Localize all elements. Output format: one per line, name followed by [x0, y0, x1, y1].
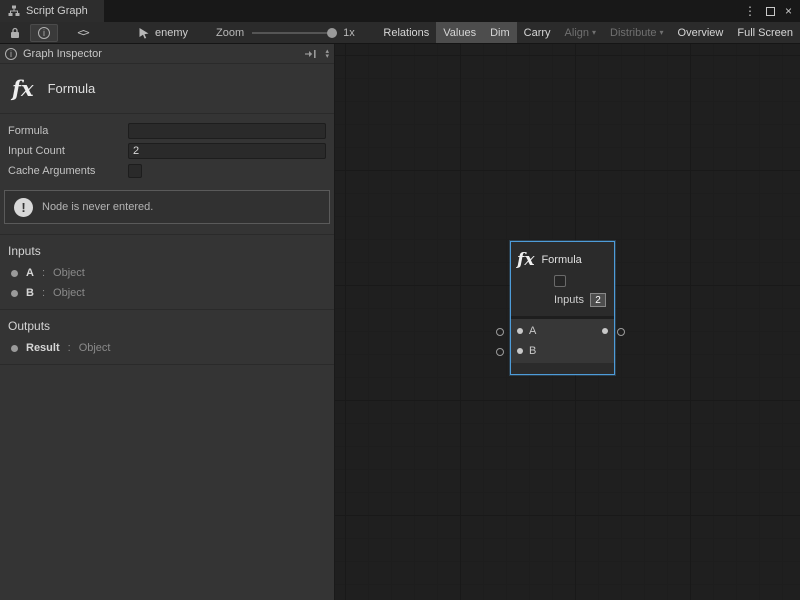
graph-target[interactable]: enemy	[138, 27, 188, 39]
distribute-label: Distribute	[610, 22, 656, 44]
external-port-a[interactable]	[496, 328, 504, 336]
port-dot	[11, 290, 18, 297]
port-row-result: Result : Object	[0, 338, 334, 358]
unit-title-block: fx Formula	[0, 64, 334, 114]
input-port-b-dot[interactable]	[517, 348, 523, 354]
port-b-type: Object	[53, 287, 85, 299]
edit-script-button[interactable]: <>	[68, 24, 98, 42]
lock-icon	[9, 27, 21, 39]
relations-button[interactable]: Relations	[376, 22, 436, 43]
warning-icon: !	[14, 198, 33, 217]
spinner-down-icon[interactable]: ▾	[325, 54, 329, 59]
output-port-result-dot[interactable]	[602, 328, 608, 334]
align-label: Align	[565, 22, 589, 44]
node-port-row-b[interactable]: B	[511, 341, 614, 361]
divider	[0, 364, 334, 365]
scroll-spinner[interactable]: ▴ ▾	[325, 49, 329, 59]
zoom-label: Zoom	[216, 27, 244, 39]
toolbar-buttons: Relations Values Dim Carry Align ▾ Distr…	[376, 22, 800, 43]
cursor-icon	[138, 27, 150, 39]
carry-button[interactable]: Carry	[517, 22, 558, 43]
node-port-b-label: B	[529, 345, 536, 357]
formula-node-ports: A B	[511, 316, 614, 363]
node-title: Formula	[541, 254, 581, 266]
align-button[interactable]: Align ▾	[558, 22, 603, 43]
overview-button[interactable]: Overview	[671, 22, 731, 43]
window-controls: ⋮ ×	[744, 0, 800, 22]
port-a-name: A	[26, 267, 34, 279]
port-result-name: Result	[26, 342, 60, 354]
node-inputs-label: Inputs	[554, 294, 584, 306]
inputs-section-header: Inputs	[0, 235, 334, 263]
graph-canvas[interactable]: fx Formula Inputs 2 A B	[335, 44, 800, 600]
formula-node[interactable]: fx Formula Inputs 2 A B	[510, 241, 615, 375]
port-result-type: Object	[79, 342, 111, 354]
inspector-header: i Graph Inspector ▴ ▾	[0, 44, 334, 64]
zoom-slider[interactable]	[252, 27, 337, 39]
zoom-control: Zoom 1x	[216, 27, 355, 39]
port-separator: :	[42, 267, 45, 279]
zoom-track	[252, 32, 337, 34]
graph-inspector-panel: i Graph Inspector ▴ ▾ fx Formula	[0, 44, 335, 600]
info-icon: i	[5, 48, 17, 60]
close-icon[interactable]: ×	[785, 0, 792, 22]
formula-node-footer	[511, 363, 614, 374]
window-titlebar: Script Graph ⋮ ×	[0, 0, 800, 22]
external-port-b[interactable]	[496, 348, 504, 356]
input-port-a-dot[interactable]	[517, 328, 523, 334]
node-formula-field[interactable]	[554, 275, 566, 287]
port-dot	[11, 345, 18, 352]
node-port-row-a[interactable]: A	[511, 321, 614, 341]
port-separator: :	[68, 342, 71, 354]
inspector-toggle-button[interactable]: i	[30, 24, 58, 42]
zoom-knob[interactable]	[327, 28, 337, 38]
port-dot	[11, 270, 18, 277]
unity-window: Script Graph ⋮ × i <>	[0, 0, 800, 600]
values-button[interactable]: Values	[436, 22, 483, 43]
unit-title: Formula	[48, 81, 96, 96]
node-input-count-field[interactable]: 2	[590, 293, 606, 307]
tab-title: Script Graph	[26, 5, 88, 17]
warning-box: ! Node is never entered.	[4, 190, 330, 224]
chevron-down-icon: ▾	[660, 22, 664, 44]
graph-toolbar: i <> enemy Zoom 1x Relations Values Dim	[0, 22, 800, 44]
external-port-result[interactable]	[617, 328, 625, 336]
formula-node-header[interactable]: fx Formula Inputs 2	[511, 242, 614, 316]
dim-button[interactable]: Dim	[483, 22, 517, 43]
port-b-name: B	[26, 287, 34, 299]
tab-script-graph[interactable]: Script Graph	[0, 0, 104, 22]
formula-field-label: Formula	[8, 125, 128, 137]
formula-field-row: Formula	[8, 121, 326, 141]
info-icon: i	[38, 27, 50, 39]
input-count-label: Input Count	[8, 145, 128, 157]
chevron-down-icon: ▾	[592, 22, 596, 44]
window-menu-icon[interactable]: ⋮	[744, 0, 756, 22]
input-count-input[interactable]	[128, 143, 326, 159]
outputs-section-header: Outputs	[0, 310, 334, 338]
port-row-b: B : Object	[0, 283, 334, 303]
port-separator: :	[42, 287, 45, 299]
port-row-a: A : Object	[0, 263, 334, 283]
port-a-type: Object	[53, 267, 85, 279]
node-port-a-label: A	[529, 325, 536, 337]
cache-arguments-label: Cache Arguments	[8, 165, 128, 177]
target-label: enemy	[155, 27, 188, 39]
cache-arguments-field-row: Cache Arguments	[8, 161, 326, 181]
warning-text: Node is never entered.	[42, 201, 153, 213]
inspector-fx-icon: fx	[12, 76, 34, 101]
unit-fields: Formula Input Count Cache Arguments	[0, 114, 334, 186]
inspector-header-title: Graph Inspector	[23, 48, 102, 60]
distribute-button[interactable]: Distribute ▾	[603, 22, 670, 43]
lock-button[interactable]	[4, 24, 26, 42]
input-count-field-row: Input Count	[8, 141, 326, 161]
script-graph-icon	[8, 5, 20, 17]
code-icon: <>	[77, 26, 88, 39]
zoom-value: 1x	[343, 27, 355, 39]
formula-input[interactable]	[128, 123, 326, 139]
node-fx-icon: fx	[517, 250, 534, 270]
maximize-icon[interactable]	[766, 7, 775, 16]
cache-arguments-checkbox[interactable]	[128, 164, 142, 178]
dock-icon[interactable]	[304, 49, 317, 59]
fullscreen-button[interactable]: Full Screen	[730, 22, 800, 43]
